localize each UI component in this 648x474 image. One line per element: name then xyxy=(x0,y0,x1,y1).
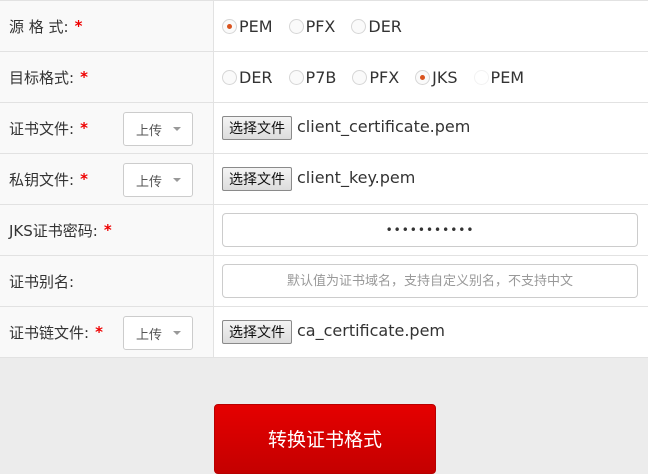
radio-unchecked-icon[interactable] xyxy=(352,69,368,85)
required-mark: * xyxy=(103,221,112,239)
radio-label: PFX xyxy=(305,16,336,36)
submit-area: 转换证书格式 xyxy=(0,366,648,474)
upload-select-value: 上传 xyxy=(136,174,163,190)
cert-file-input: 选择文件 client_certificate.pem xyxy=(214,103,648,153)
radio-unchecked-icon[interactable] xyxy=(288,69,304,85)
target-format-label: 目标格式: xyxy=(9,68,75,87)
jks-password-field[interactable] xyxy=(222,213,638,247)
source-radio-pfx[interactable]: PFX xyxy=(288,16,336,36)
source-radio-der[interactable]: DER xyxy=(351,17,402,36)
jks-password-label: JKS证书密码: xyxy=(9,221,98,240)
cert-file-label: 证书文件: xyxy=(9,119,75,138)
cert-upload-select[interactable]: 上传 xyxy=(123,112,193,146)
cert-file-row: 证书文件: * 上传 选择文件 client_certificate.pem xyxy=(0,103,648,154)
cert-alias-cell xyxy=(214,256,648,306)
key-file-input: 选择文件 client_key.pem xyxy=(214,154,648,204)
jks-password-row: JKS证书密码: * xyxy=(0,205,648,256)
source-format-row: 源 格 式: * PEM PFX DER xyxy=(0,1,648,52)
radio-unchecked-icon[interactable] xyxy=(351,18,367,34)
cert-alias-label-cell: 证书别名: xyxy=(0,256,214,306)
radio-label: PFX xyxy=(369,67,400,87)
key-upload-select[interactable]: 上传 xyxy=(123,163,193,197)
required-mark: * xyxy=(80,68,88,86)
source-radio-pem[interactable]: PEM xyxy=(222,17,273,36)
upload-select-value: 上传 xyxy=(136,123,163,139)
radio-label: P7B xyxy=(305,67,337,87)
source-format-options: PEM PFX DER xyxy=(214,1,648,51)
cert-file-name: client_certificate.pem xyxy=(297,116,471,136)
key-file-label-cell: 私钥文件: * 上传 xyxy=(0,154,214,204)
chevron-down-icon xyxy=(173,127,181,131)
chain-choose-file-button[interactable]: 选择文件 xyxy=(222,320,292,344)
convert-button[interactable]: 转换证书格式 xyxy=(214,404,436,474)
radio-label: JKS xyxy=(432,67,458,87)
jks-password-cell xyxy=(214,205,648,255)
conversion-form: 源 格 式: * PEM PFX DER 目标格式: * DER P7B PFX… xyxy=(0,0,648,358)
target-format-label-cell: 目标格式: * xyxy=(0,52,214,102)
required-mark: * xyxy=(74,17,83,35)
chain-file-row: 证书链文件: * 上传 选择文件 ca_certificate.pem xyxy=(0,307,648,358)
target-radio-der[interactable]: DER xyxy=(222,68,273,87)
cert-choose-file-button[interactable]: 选择文件 xyxy=(222,116,292,140)
chain-upload-select[interactable]: 上传 xyxy=(123,316,193,350)
source-format-label: 源 格 式: xyxy=(9,17,69,36)
cert-alias-row: 证书别名: xyxy=(0,256,648,307)
target-radio-pfx[interactable]: PFX xyxy=(352,68,399,87)
required-mark: * xyxy=(80,170,88,188)
radio-label: DER xyxy=(368,16,402,36)
jks-password-label-cell: JKS证书密码: * xyxy=(0,205,214,255)
target-radio-jks[interactable]: JKS xyxy=(415,67,458,87)
radio-checked-icon[interactable] xyxy=(222,18,237,34)
target-format-options: DER P7B PFX JKS PEM xyxy=(214,52,648,102)
target-format-row: 目标格式: * DER P7B PFX JKS PEM xyxy=(0,52,648,103)
key-file-name: client_key.pem xyxy=(297,167,416,187)
chain-file-name: ca_certificate.pem xyxy=(297,320,446,340)
key-file-row: 私钥文件: * 上传 选择文件 client_key.pem xyxy=(0,154,648,205)
radio-unchecked-icon[interactable] xyxy=(288,18,304,34)
chevron-down-icon xyxy=(173,178,181,182)
key-file-label: 私钥文件: xyxy=(9,170,75,189)
target-radio-p7b[interactable]: P7B xyxy=(288,67,337,87)
cert-alias-field[interactable] xyxy=(222,264,638,298)
chain-file-input: 选择文件 ca_certificate.pem xyxy=(214,307,648,357)
chevron-down-icon xyxy=(173,331,181,335)
cert-alias-label: 证书别名: xyxy=(9,272,75,291)
radio-checked-icon[interactable] xyxy=(415,69,431,85)
chain-file-label-cell: 证书链文件: * 上传 xyxy=(0,307,214,357)
radio-unchecked-icon[interactable] xyxy=(473,69,489,85)
radio-label: PEM xyxy=(239,16,273,36)
chain-file-label: 证书链文件: xyxy=(9,323,90,342)
radio-label: DER xyxy=(239,67,273,87)
source-format-label-cell: 源 格 式: * xyxy=(0,1,214,51)
cert-file-label-cell: 证书文件: * 上传 xyxy=(0,103,214,153)
required-mark: * xyxy=(95,323,103,341)
target-radio-pem[interactable]: PEM xyxy=(473,67,525,87)
required-mark: * xyxy=(80,119,88,137)
radio-label: PEM xyxy=(490,67,525,87)
key-choose-file-button[interactable]: 选择文件 xyxy=(222,167,292,191)
upload-select-value: 上传 xyxy=(136,327,163,343)
radio-unchecked-icon[interactable] xyxy=(222,69,237,85)
